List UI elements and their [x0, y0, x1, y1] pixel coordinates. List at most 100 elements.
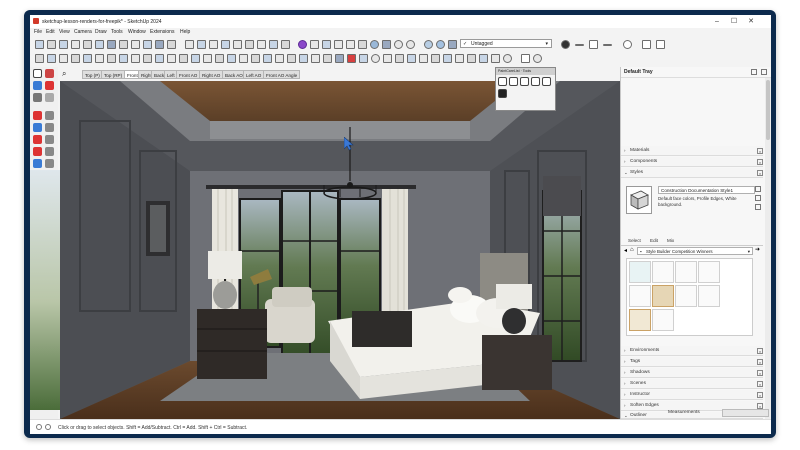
tray-scrollbar[interactable]	[765, 78, 771, 419]
tag-dropdown[interactable]: ✓ Untagged ▾	[460, 39, 552, 48]
tags-panel-icon[interactable]	[448, 40, 457, 49]
settings-gear-icon[interactable]	[394, 40, 403, 49]
polygon-icon[interactable]	[45, 135, 54, 144]
scene-tab-front-ao-angle[interactable]: Front AO Angle	[263, 70, 301, 79]
hidden-line-icon[interactable]	[83, 40, 92, 49]
dash-icon[interactable]	[603, 44, 612, 46]
menu-extensions[interactable]: Extensions	[150, 29, 174, 35]
display-section-icon[interactable]	[197, 40, 206, 49]
close-icon[interactable]: ×	[757, 348, 763, 354]
back-arrow-icon[interactable]: ◂	[624, 247, 627, 254]
menu-draw[interactable]: Draw	[95, 29, 107, 35]
text-label-icon[interactable]	[335, 54, 344, 63]
tray-close-icon[interactable]	[761, 69, 767, 75]
follow-me-icon[interactable]	[227, 54, 236, 63]
zoom-icon[interactable]	[395, 54, 404, 63]
search-scenes-icon[interactable]: ⌕	[62, 69, 66, 79]
section-cut-icon[interactable]	[209, 40, 218, 49]
scene-tab-top-rp[interactable]: Top (RP)	[101, 70, 126, 79]
home-icon[interactable]: ⌂	[630, 247, 634, 253]
styles-tool-icon[interactable]	[35, 40, 44, 49]
search-icon[interactable]	[479, 54, 488, 63]
line-weight-icon[interactable]	[575, 44, 584, 46]
shell-icon[interactable]	[203, 54, 212, 63]
extension-warehouse-icon[interactable]	[298, 40, 307, 49]
scene-tab-top-p[interactable]: Top (P)	[82, 70, 103, 79]
style-option[interactable]	[652, 309, 674, 331]
circle-icon[interactable]	[33, 135, 42, 144]
close-icon[interactable]: ×	[757, 381, 763, 387]
eraser-2-icon[interactable]	[45, 81, 54, 90]
top-view-icon[interactable]	[143, 40, 152, 49]
close-icon[interactable]: ×	[757, 170, 763, 176]
walk-icon[interactable]	[467, 54, 476, 63]
tag-tool-icon[interactable]	[45, 93, 54, 102]
front-view-icon[interactable]	[155, 40, 164, 49]
axes-icon[interactable]	[323, 54, 332, 63]
close-icon[interactable]: ×	[757, 148, 763, 154]
photo-icon[interactable]	[346, 40, 355, 49]
update-style-icon[interactable]	[755, 186, 761, 192]
from-scratch-icon[interactable]	[59, 54, 68, 63]
pencil-icon[interactable]	[33, 111, 42, 120]
outer-shell-icon[interactable]	[191, 54, 200, 63]
3d-viewport[interactable]	[60, 81, 620, 419]
close-button[interactable]: ✕	[744, 17, 758, 26]
window-tool-icon[interactable]	[257, 40, 266, 49]
style-option-selected[interactable]	[652, 285, 674, 307]
move-icon[interactable]	[251, 54, 260, 63]
panel-tags[interactable]: › Tags ×	[621, 357, 763, 367]
help-icon[interactable]	[406, 40, 415, 49]
xray-icon[interactable]	[47, 40, 56, 49]
details-arrow-icon[interactable]: ➜	[755, 246, 760, 253]
select-arrow-icon[interactable]	[33, 69, 42, 78]
arc-icon[interactable]	[33, 147, 42, 156]
flip-edge-icon[interactable]	[119, 54, 128, 63]
menu-tools[interactable]: Tools	[111, 29, 123, 35]
geo-status-icon[interactable]	[36, 424, 42, 430]
maximize-button[interactable]: ☐	[727, 17, 741, 26]
orbit-icon[interactable]	[370, 40, 379, 49]
measurements-input[interactable]	[722, 409, 769, 417]
create-style-icon[interactable]	[755, 204, 761, 210]
camera-iso-icon[interactable]	[131, 40, 140, 49]
style-name-field[interactable]: Construction Documentation Style1	[658, 186, 755, 194]
three-point-arc-icon[interactable]	[45, 159, 54, 168]
solid-subtract-icon[interactable]	[143, 54, 152, 63]
offset-icon[interactable]	[239, 54, 248, 63]
position-camera-icon[interactable]	[443, 54, 452, 63]
panel-scenes[interactable]: › Scenes ×	[621, 379, 763, 389]
protractor-icon[interactable]	[311, 54, 320, 63]
solid-circle-icon[interactable]	[561, 40, 570, 49]
tab-select[interactable]: Select	[625, 236, 644, 245]
intersect-icon[interactable]	[179, 54, 188, 63]
style-option[interactable]	[629, 285, 651, 307]
menu-camera[interactable]: Camera	[74, 29, 92, 35]
panel-materials[interactable]: › Materials ×	[621, 146, 763, 156]
close-icon[interactable]: ×	[757, 392, 763, 398]
document-icon[interactable]	[642, 40, 651, 49]
geolocation-icon[interactable]	[436, 40, 445, 49]
solid-split-icon[interactable]	[167, 54, 176, 63]
scene-tab-left-ao[interactable]: Left AO	[243, 70, 265, 79]
style-option[interactable]	[675, 285, 697, 307]
add-detail-icon[interactable]	[107, 54, 116, 63]
flip-icon[interactable]	[287, 54, 296, 63]
style-option[interactable]	[629, 261, 651, 283]
component-icon[interactable]	[310, 40, 319, 49]
section-plane-icon[interactable]	[185, 40, 194, 49]
paint-icon[interactable]	[33, 93, 42, 102]
menu-view[interactable]: View	[59, 29, 70, 35]
monochrome-icon[interactable]	[119, 40, 128, 49]
style-option[interactable]	[675, 261, 697, 283]
smoove-icon[interactable]	[71, 54, 80, 63]
back-edges-icon[interactable]	[59, 40, 68, 49]
sandbox-icon[interactable]	[35, 54, 44, 63]
info-status-icon[interactable]	[45, 424, 51, 430]
look-around-icon[interactable]	[455, 54, 464, 63]
scene-tab-right-ao[interactable]: Right AO	[199, 70, 224, 79]
from-contours-icon[interactable]	[47, 54, 56, 63]
paint-care-icon-6[interactable]	[498, 89, 507, 98]
menu-file[interactable]: File	[34, 29, 42, 35]
paint-care-icon-4[interactable]	[531, 77, 540, 86]
